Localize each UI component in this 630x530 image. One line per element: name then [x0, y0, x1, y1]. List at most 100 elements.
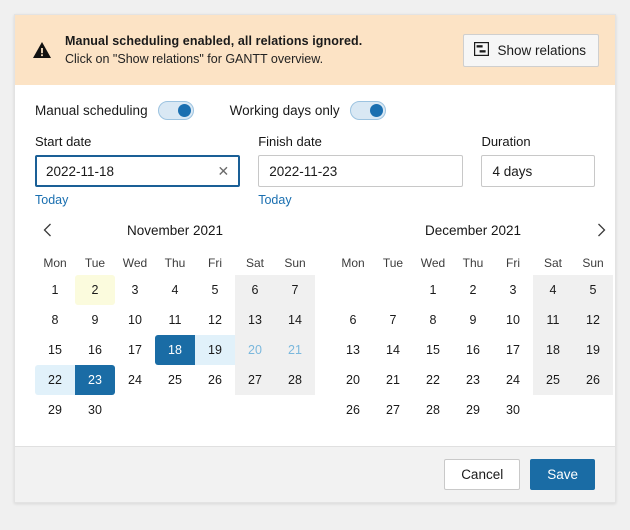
finish-date-label: Finish date [258, 134, 463, 149]
show-relations-button[interactable]: Show relations [463, 34, 599, 67]
calendar-day-cell[interactable]: 15 [35, 335, 75, 365]
cancel-button[interactable]: Cancel [444, 459, 520, 490]
calendar-day-cell[interactable]: 17 [115, 335, 155, 365]
calendar-day-cell[interactable]: 9 [75, 305, 115, 335]
calendar-day-cell[interactable]: 8 [35, 305, 75, 335]
calendar-week-row: 22232425262728 [35, 365, 315, 395]
finish-date-input[interactable]: 2022-11-23 [258, 155, 463, 187]
calendar-day-cell[interactable]: 12 [573, 305, 613, 335]
calendar-day-label [115, 395, 155, 425]
spacer [481, 187, 595, 206]
weekday-header-row: MonTueWedThuFriSatSun [333, 251, 613, 275]
calendar-day-cell[interactable]: 6 [235, 275, 275, 305]
calendar-day-cell[interactable]: 14 [275, 305, 315, 335]
chevron-right-icon[interactable] [589, 218, 613, 242]
calendar-day-label: 26 [333, 395, 373, 425]
calendar-day-cell[interactable]: 7 [373, 305, 413, 335]
calendar-day-cell[interactable]: 8 [413, 305, 453, 335]
calendar-week-row: 20212223242526 [333, 365, 613, 395]
calendar-day-label: 22 [413, 365, 453, 395]
calendar-day-cell[interactable]: 28 [413, 395, 453, 425]
calendar-day-label: 29 [453, 395, 493, 425]
calendar-day-cell[interactable]: 6 [333, 305, 373, 335]
start-date-input[interactable]: 2022-11-18 ✕ [35, 155, 240, 187]
calendar-day-cell[interactable]: 17 [493, 335, 533, 365]
calendar-day-cell[interactable]: 26 [333, 395, 373, 425]
calendar-empty-cell [533, 395, 573, 425]
calendar-day-cell[interactable]: 13 [235, 305, 275, 335]
calendar-day-cell[interactable]: 2 [453, 275, 493, 305]
calendar-day-label: 12 [573, 305, 613, 335]
calendar-day-cell[interactable]: 23 [75, 365, 115, 395]
calendar-day-cell[interactable]: 4 [155, 275, 195, 305]
calendar-day-cell[interactable]: 23 [453, 365, 493, 395]
calendar-day-cell[interactable]: 29 [453, 395, 493, 425]
calendar-day-cell[interactable]: 25 [155, 365, 195, 395]
calendar-day-label: 14 [275, 305, 315, 335]
calendar-day-cell[interactable]: 2 [75, 275, 115, 305]
calendar-day-cell[interactable]: 27 [373, 395, 413, 425]
calendar-week-row: 891011121314 [35, 305, 315, 335]
calendar-day-cell[interactable]: 16 [75, 335, 115, 365]
calendar-right: December 2021 MonTueWedThuFriSatSun 1234… [333, 215, 613, 446]
calendar-day-cell[interactable]: 9 [453, 305, 493, 335]
calendar-day-cell[interactable]: 19 [195, 335, 235, 365]
calendar-day-cell[interactable]: 5 [573, 275, 613, 305]
calendar-day-cell[interactable]: 26 [195, 365, 235, 395]
weekday-header-thu: Thu [453, 251, 493, 275]
calendar-day-cell[interactable]: 20 [333, 365, 373, 395]
calendar-day-cell[interactable]: 27 [235, 365, 275, 395]
calendar-day-cell[interactable]: 18 [155, 335, 195, 365]
calendar-day-cell[interactable]: 24 [493, 365, 533, 395]
calendar-day-cell[interactable]: 29 [35, 395, 75, 425]
calendar-day-cell[interactable]: 4 [533, 275, 573, 305]
calendar-day-cell[interactable]: 28 [275, 365, 315, 395]
calendar-day-cell[interactable]: 7 [275, 275, 315, 305]
calendar-day-label: 20 [235, 335, 275, 365]
calendar-day-cell[interactable]: 11 [155, 305, 195, 335]
weekday-header-row: MonTueWedThuFriSatSun [35, 251, 315, 275]
close-icon[interactable]: ✕ [215, 164, 231, 178]
calendar-day-cell[interactable]: 15 [413, 335, 453, 365]
working-days-only-switch[interactable] [350, 101, 386, 120]
calendar-day-label: 3 [115, 275, 155, 305]
calendar-day-cell[interactable]: 30 [75, 395, 115, 425]
calendar-day-cell[interactable]: 20 [235, 335, 275, 365]
calendar-day-cell[interactable]: 3 [493, 275, 533, 305]
calendar-day-label: 10 [115, 305, 155, 335]
start-date-label: Start date [35, 134, 240, 149]
calendar-day-cell[interactable]: 21 [275, 335, 315, 365]
calendar-day-cell[interactable]: 1 [35, 275, 75, 305]
calendar-day-cell[interactable]: 26 [573, 365, 613, 395]
calendar-empty-cell [333, 275, 373, 305]
calendar-day-cell[interactable]: 24 [115, 365, 155, 395]
calendar-day-cell[interactable]: 14 [373, 335, 413, 365]
calendar-day-cell[interactable]: 12 [195, 305, 235, 335]
calendar-day-cell[interactable]: 19 [573, 335, 613, 365]
calendar-day-label: 8 [413, 305, 453, 335]
calendar-week-row: 15161718192021 [35, 335, 315, 365]
save-button[interactable]: Save [530, 459, 595, 490]
calendar-day-cell[interactable]: 11 [533, 305, 573, 335]
calendar-day-cell[interactable]: 5 [195, 275, 235, 305]
calendar-day-cell[interactable]: 25 [533, 365, 573, 395]
calendar-day-cell[interactable]: 22 [35, 365, 75, 395]
calendar-day-cell[interactable]: 3 [115, 275, 155, 305]
manual-scheduling-switch[interactable] [158, 101, 194, 120]
calendar-day-cell[interactable]: 18 [533, 335, 573, 365]
calendar-day-cell[interactable]: 13 [333, 335, 373, 365]
calendar-day-cell[interactable]: 30 [493, 395, 533, 425]
calendar-day-cell[interactable]: 22 [413, 365, 453, 395]
calendar-day-cell[interactable]: 10 [493, 305, 533, 335]
calendar-day-label: 26 [573, 365, 613, 395]
finish-date-today-link[interactable]: Today [258, 193, 291, 207]
calendar-day-cell[interactable]: 21 [373, 365, 413, 395]
calendar-day-cell[interactable]: 1 [413, 275, 453, 305]
calendar-day-cell[interactable]: 16 [453, 335, 493, 365]
finish-date-value: 2022-11-23 [269, 164, 454, 179]
start-date-today-link[interactable]: Today [35, 193, 68, 207]
calendar-day-cell[interactable]: 10 [115, 305, 155, 335]
duration-input[interactable]: 4 days [481, 155, 595, 187]
chevron-left-icon[interactable] [35, 218, 59, 242]
calendar-day-label: 24 [115, 365, 155, 395]
